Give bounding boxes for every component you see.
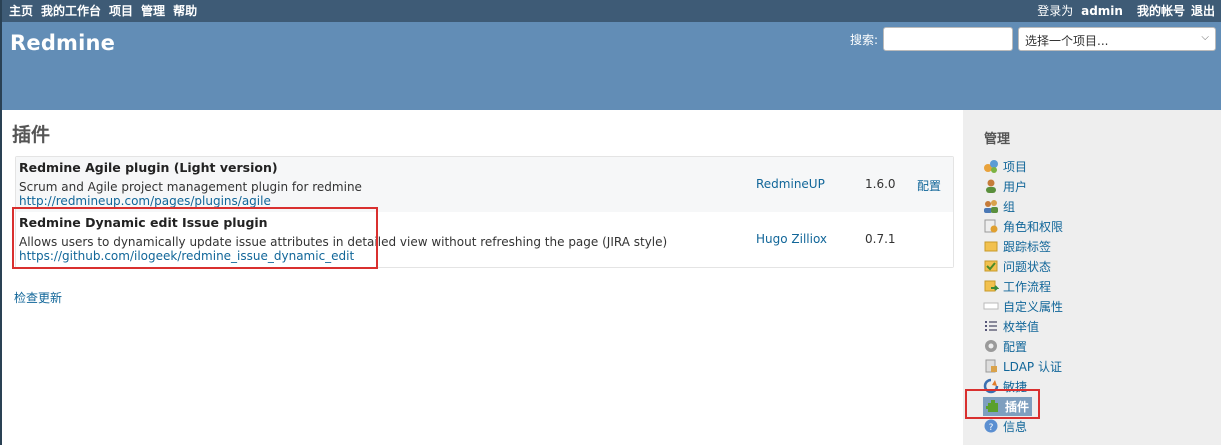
top-menu: 主页 我的工作台 项目 管理 帮助 登录为 admin 我的帐号 退出	[0, 0, 1221, 22]
top-menu-administration[interactable]: 管理	[141, 4, 165, 18]
check-updates-link[interactable]: 检查更新	[14, 289, 62, 306]
sidebar-item-custom-fields[interactable]: 自定义属性	[983, 296, 1063, 316]
search-input[interactable]	[883, 27, 1013, 51]
top-menu-my-page[interactable]: 我的工作台	[41, 4, 101, 18]
user-icon	[983, 178, 999, 194]
plugin-row: Redmine Dynamic edit Issue plugin Allows…	[16, 212, 953, 267]
tracker-icon	[983, 238, 999, 254]
sidebar-item-agile[interactable]: 敏捷	[983, 376, 1063, 396]
sidebar-item-label[interactable]: 项目	[1003, 158, 1027, 175]
logout-link[interactable]: 退出	[1191, 4, 1215, 18]
issue-status-icon	[983, 258, 999, 274]
admin-menu: 项目 用户 组 角色和权限 跟踪标签 问题状态 工作流程 自定义属性 枚举值 配…	[983, 156, 1063, 436]
plugin-url[interactable]: http://redmineup.com/pages/plugins/agile	[19, 194, 271, 208]
plugin-name: Redmine Agile plugin (Light version)	[19, 160, 278, 175]
top-menu-help[interactable]: 帮助	[173, 4, 197, 18]
group-icon	[983, 198, 999, 214]
sidebar-item-workflow[interactable]: 工作流程	[983, 276, 1063, 296]
sidebar-item-label[interactable]: LDAP 认证	[1003, 358, 1062, 375]
plugins-table: Redmine Agile plugin (Light version) Scr…	[15, 156, 954, 268]
project-jump-placeholder: 选择一个项目...	[1025, 34, 1109, 48]
sidebar-title: 管理	[984, 132, 1011, 147]
sidebar-item-projects[interactable]: 项目	[983, 156, 1063, 176]
plugin-description: Scrum and Agile project management plugi…	[19, 180, 362, 194]
custom-fields-icon	[983, 298, 999, 314]
plugin-icon	[985, 398, 1001, 414]
plugin-version: 1.6.0	[865, 177, 896, 191]
sidebar: 管理 项目 用户 组 角色和权限 跟踪标签 问题状态 工作流程 自定义属性 枚举…	[963, 110, 1221, 445]
sidebar-item-label[interactable]: 跟踪标签	[1003, 238, 1051, 255]
sidebar-item-label[interactable]: 用户	[1003, 178, 1027, 195]
quick-search: 搜索: 选择一个项目... ⌵	[850, 27, 1216, 51]
sidebar-item-ldap[interactable]: LDAP 认证	[983, 356, 1063, 376]
sidebar-item-selected[interactable]: 插件	[983, 396, 1033, 416]
sidebar-item-label[interactable]: 问题状态	[1003, 258, 1051, 275]
sidebar-item-plugins[interactable]: 插件	[983, 396, 1063, 416]
logged-in-prefix: 登录为	[1037, 4, 1074, 18]
plugin-author[interactable]: Hugo Zilliox	[756, 232, 827, 246]
top-menu-right: 登录为 admin 我的帐号 退出	[1037, 4, 1215, 18]
my-account-link[interactable]: 我的帐号	[1137, 4, 1185, 18]
project-jump-select[interactable]: 选择一个项目... ⌵	[1018, 27, 1216, 51]
sidebar-item-label[interactable]: 组	[1003, 198, 1015, 215]
plugin-url[interactable]: https://github.com/ilogeek/redmine_issue…	[19, 249, 354, 263]
main-content: 插件 Redmine Agile plugin (Light version) …	[0, 110, 963, 445]
sidebar-item-trackers[interactable]: 跟踪标签	[983, 236, 1063, 256]
sidebar-item-label[interactable]: 工作流程	[1003, 278, 1051, 295]
plugin-name: Redmine Dynamic edit Issue plugin	[19, 215, 268, 230]
workflow-icon	[983, 278, 999, 294]
sidebar-item-info[interactable]: ? 信息	[983, 416, 1063, 436]
app-title[interactable]: Redmine	[10, 31, 115, 55]
sidebar-item-enumerations[interactable]: 枚举值	[983, 316, 1063, 336]
projects-icon	[983, 158, 999, 174]
svg-text:?: ?	[989, 423, 994, 433]
header: Redmine 搜索: 选择一个项目... ⌵	[0, 22, 1221, 110]
sidebar-item-label[interactable]: 配置	[1003, 338, 1027, 355]
sidebar-item-label[interactable]: 自定义属性	[1003, 298, 1063, 315]
sidebar-item-label[interactable]: 敏捷	[1003, 378, 1027, 395]
agile-icon	[983, 378, 999, 394]
sidebar-item-label[interactable]: 插件	[1005, 398, 1029, 415]
plugin-description: Allows users to dynamically update issue…	[19, 235, 668, 249]
top-menu-home[interactable]: 主页	[9, 4, 33, 18]
sidebar-item-roles[interactable]: 角色和权限	[983, 216, 1063, 236]
ldap-icon	[983, 358, 999, 374]
roles-icon	[983, 218, 999, 234]
sidebar-item-groups[interactable]: 组	[983, 196, 1063, 216]
info-icon: ?	[983, 418, 999, 434]
sidebar-item-label[interactable]: 角色和权限	[1003, 218, 1063, 235]
top-menu-left: 主页 我的工作台 项目 管理 帮助	[9, 4, 205, 18]
sidebar-item-label[interactable]: 枚举值	[1003, 318, 1039, 335]
sidebar-item-issue-statuses[interactable]: 问题状态	[983, 256, 1063, 276]
sidebar-item-users[interactable]: 用户	[983, 176, 1063, 196]
top-menu-projects[interactable]: 项目	[109, 4, 133, 18]
plugin-author[interactable]: RedmineUP	[756, 177, 825, 191]
logged-in-as: 登录为 admin	[1037, 4, 1123, 18]
search-label: 搜索:	[849, 32, 878, 47]
sidebar-item-label[interactable]: 信息	[1003, 418, 1027, 435]
plugin-row: Redmine Agile plugin (Light version) Scr…	[16, 157, 953, 212]
plugin-version: 0.7.1	[865, 232, 896, 246]
settings-icon	[983, 338, 999, 354]
sidebar-item-settings[interactable]: 配置	[983, 336, 1063, 356]
enumerations-icon	[983, 318, 999, 334]
logged-in-user-link[interactable]: admin	[1081, 4, 1123, 18]
chevron-down-icon: ⌵	[1201, 32, 1209, 43]
page-title: 插件	[12, 124, 51, 146]
plugin-configure-link[interactable]: 配置	[917, 177, 941, 194]
